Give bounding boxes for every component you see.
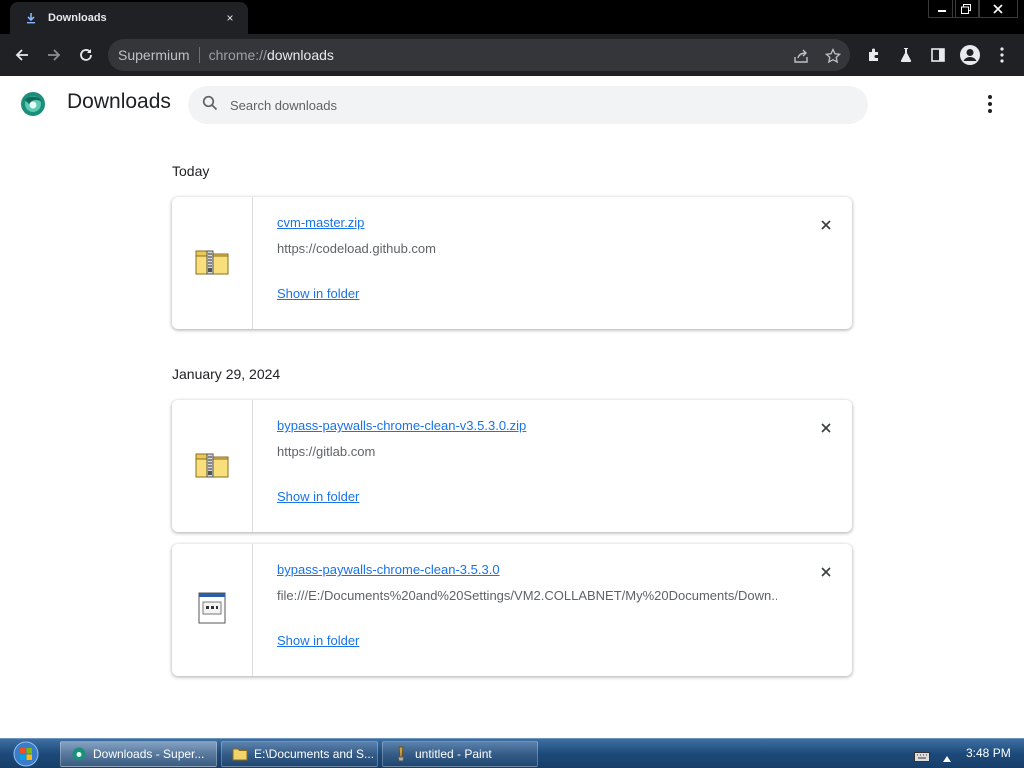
download-item: bypass-paywalls-chrome-clean-v3.5.3.0.zi… <box>172 400 852 532</box>
browser-toolbar: Supermium chrome:// downloads <box>0 34 1024 76</box>
downloads-page: Downloads Today cvm-master.zip https://c… <box>0 76 1024 738</box>
labs-button[interactable] <box>892 41 920 69</box>
site-name: Supermium <box>118 47 190 63</box>
side-panel-button[interactable] <box>924 41 952 69</box>
file-name-link[interactable]: bypass-paywalls-chrome-clean-3.5.3.0 <box>277 562 500 577</box>
reload-button[interactable] <box>72 41 100 69</box>
supermium-logo-icon <box>20 91 46 117</box>
file-source-url: https://codeload.github.com <box>277 241 436 256</box>
download-item: cvm-master.zip https://codeload.github.c… <box>172 197 852 329</box>
file-name-link[interactable]: bypass-paywalls-chrome-clean-v3.5.3.0.zi… <box>277 418 526 433</box>
url-scheme: chrome:// <box>208 47 267 63</box>
avatar-icon <box>960 45 980 65</box>
share-icon[interactable] <box>792 47 810 65</box>
show-in-folder-link[interactable]: Show in folder <box>277 286 359 301</box>
taskbar-item-downloads[interactable]: Downloads - Super... <box>60 741 217 767</box>
more-vert-icon <box>1000 47 1004 63</box>
remove-item-close-icon[interactable] <box>816 562 836 582</box>
puzzle-icon <box>869 48 878 61</box>
restore-button[interactable] <box>952 0 980 18</box>
paint-icon <box>393 746 409 762</box>
back-arrow-icon <box>15 49 28 61</box>
remove-item-close-icon[interactable] <box>816 418 836 438</box>
show-in-folder-link[interactable]: Show in folder <box>277 633 359 648</box>
file-source-url: https://gitlab.com <box>277 444 376 459</box>
download-icon <box>24 11 38 25</box>
forward-arrow-icon <box>48 49 61 61</box>
extensions-button[interactable] <box>860 41 888 69</box>
generic-file-icon <box>198 592 226 629</box>
omnibox-separator <box>198 47 200 63</box>
file-name-link[interactable]: cvm-master.zip <box>277 215 364 230</box>
address-bar[interactable]: Supermium chrome:// downloads <box>108 39 850 71</box>
show-in-folder-link[interactable]: Show in folder <box>277 489 359 504</box>
search-box[interactable] <box>188 86 868 124</box>
profile-button[interactable] <box>956 41 984 69</box>
zip-folder-icon <box>195 247 229 280</box>
taskbar-item-label: E:\Documents and S... <box>254 747 375 761</box>
date-heading: Today <box>172 163 210 179</box>
forward-button[interactable] <box>40 41 68 69</box>
tab-close-icon[interactable]: × <box>222 11 238 25</box>
page-title: Downloads <box>67 90 171 113</box>
browser-menu-button[interactable] <box>988 41 1016 69</box>
url-host: downloads <box>266 47 334 63</box>
more-actions-icon[interactable] <box>978 92 1002 116</box>
side-panel-icon <box>931 48 945 62</box>
bookmark-star-icon[interactable] <box>824 47 842 65</box>
clock[interactable]: 3:48 PM <box>966 746 1011 760</box>
keyboard-icon[interactable] <box>914 749 930 767</box>
window-close-button[interactable] <box>978 0 1018 18</box>
taskbar-item-explorer[interactable]: E:\Documents and S... <box>221 741 378 767</box>
supermium-icon <box>71 746 87 762</box>
start-button[interactable] <box>6 740 46 768</box>
back-button[interactable] <box>8 41 36 69</box>
folder-icon <box>232 746 248 762</box>
taskbar-item-paint[interactable]: untitled - Paint <box>382 741 538 767</box>
search-input[interactable] <box>230 97 830 113</box>
download-item: bypass-paywalls-chrome-clean-3.5.3.0 fil… <box>172 544 852 676</box>
title-bar: Downloads × <box>0 0 1024 34</box>
zip-folder-icon <box>195 450 229 483</box>
tab-title: Downloads <box>48 12 107 24</box>
windows-orb-icon <box>13 741 39 767</box>
taskbar-item-label: untitled - Paint <box>415 747 492 761</box>
remove-item-close-icon[interactable] <box>816 215 836 235</box>
show-hidden-icons-icon[interactable] <box>942 750 952 768</box>
flask-icon <box>900 48 912 63</box>
file-source-url: file:///E:/Documents%20and%20Settings/VM… <box>277 588 777 603</box>
date-heading: January 29, 2024 <box>172 366 281 382</box>
taskbar-item-label: Downloads - Super... <box>93 747 205 761</box>
taskbar: Downloads - Super... E:\Documents and S.… <box>0 738 1024 768</box>
search-icon <box>202 95 218 116</box>
tab-downloads[interactable]: Downloads × <box>10 2 248 34</box>
reload-icon <box>80 49 92 61</box>
